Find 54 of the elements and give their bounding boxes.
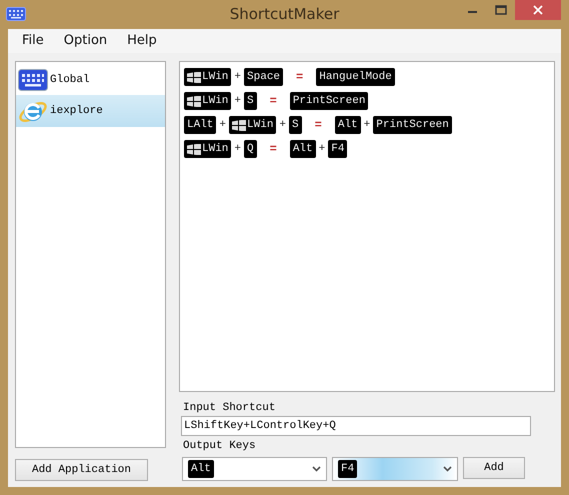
output-key-dropdown[interactable]: F4 (332, 457, 458, 481)
equals-sign: = (296, 70, 304, 84)
add-application-button[interactable]: Add Application (15, 459, 148, 481)
input-shortcut-label: Input Shortcut (183, 402, 276, 414)
close-button[interactable] (515, 0, 561, 20)
application-item[interactable]: iexplore (16, 95, 165, 127)
key-badge: Alt (334, 116, 361, 134)
plus-sign: + (234, 71, 242, 83)
plus-sign: + (364, 119, 370, 131)
equals-sign: = (270, 142, 277, 156)
window-title: ShortcutMaker (230, 5, 340, 23)
windows-logo-icon (187, 72, 201, 82)
application-item[interactable]: Global (16, 65, 165, 95)
plus-sign: + (234, 95, 242, 107)
plus-sign: + (234, 143, 242, 155)
key-badge: LAlt (184, 116, 216, 134)
key-badge: LWin (229, 116, 276, 134)
windows-logo-icon (187, 96, 201, 106)
keyboard-icon (18, 69, 48, 91)
key-badge: LWin (184, 140, 232, 158)
key-badge: Q (244, 140, 257, 158)
key-badge: Space (244, 68, 284, 86)
key-badge: F4 (328, 140, 348, 158)
windows-logo-icon (232, 120, 246, 130)
plus-sign: + (219, 119, 226, 131)
close-icon (533, 5, 543, 15)
equals-sign: = (314, 118, 322, 132)
key-badge: HanguelMode (316, 68, 395, 86)
menu-item[interactable]: File (12, 33, 54, 48)
key-badge: PrintScreen (290, 92, 368, 110)
key-badge: PrintScreen (373, 116, 452, 134)
input-shortcut-field[interactable]: LShiftKey+LControlKey+Q (181, 416, 531, 436)
application-name: Global (50, 74, 90, 86)
output-key-dropdown[interactable]: Alt (182, 457, 327, 481)
application-name: iexplore (50, 105, 103, 117)
menu-item[interactable]: Option (54, 33, 118, 48)
output-keys-label: Output Keys (183, 440, 257, 452)
chevron-down-icon (443, 466, 452, 472)
key-badge: Alt (188, 460, 214, 478)
chevron-down-icon (312, 466, 321, 472)
menu-item[interactable]: Help (117, 33, 167, 48)
equals-sign: = (270, 94, 277, 108)
key-badge: LWin (184, 68, 232, 86)
plus-sign: + (318, 143, 326, 155)
key-badge: Alt (290, 140, 316, 158)
key-badge: S (244, 92, 257, 110)
maximize-icon (495, 5, 507, 15)
key-badge: LWin (184, 92, 232, 110)
windows-logo-icon (187, 144, 201, 154)
key-badge: S (289, 116, 302, 134)
key-badge: F4 (338, 460, 358, 478)
keyboard-icon (6, 7, 26, 22)
plus-sign: + (279, 119, 286, 131)
add-button[interactable]: Add (463, 457, 525, 479)
